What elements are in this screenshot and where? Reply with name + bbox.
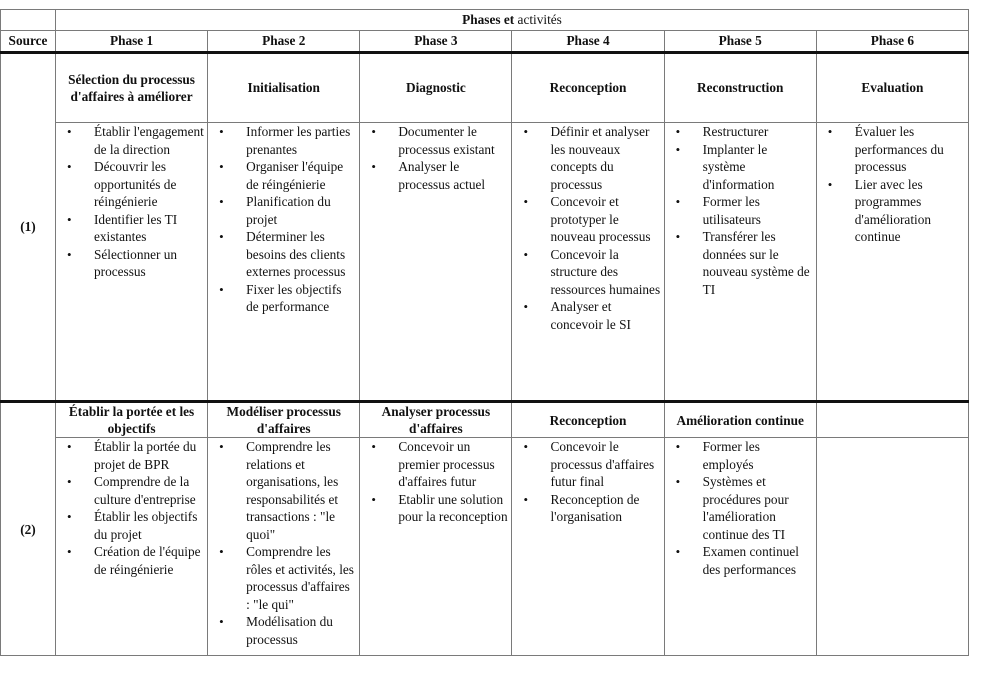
activity-item: Restructurer xyxy=(668,123,813,141)
activity-cell: Établir la portée du projet de BPRCompre… xyxy=(54,437,209,656)
phase-name-cell: Amélioration continue xyxy=(663,400,817,438)
activity-cell: Informer les parties prenantesOrganiser … xyxy=(207,122,361,402)
activity-item: Identifier les TI existantes xyxy=(59,211,204,246)
activity-item: Examen continuel des performances xyxy=(668,543,813,578)
activity-list: Comprendre les relations et organisation… xyxy=(211,438,356,648)
activity-item: Former les employés xyxy=(668,438,813,473)
phase-header: Phase 1 xyxy=(54,30,209,54)
activity-list: Établir la portée du projet de BPRCompre… xyxy=(59,438,204,578)
activity-item: Reconception de l'organisation xyxy=(515,491,660,526)
phase-name-cell xyxy=(815,400,970,438)
title-regular-part: activités xyxy=(514,12,562,28)
activity-item: Implanter le système d'information xyxy=(668,141,813,194)
phase-name-cell: Modéliser processus d'affaires xyxy=(207,400,361,438)
activity-cell: Documenter le processus existantAnalyser… xyxy=(359,122,513,402)
activity-cell: RestructurerImplanter le système d'infor… xyxy=(663,122,817,402)
activity-list: Documenter le processus existantAnalyser… xyxy=(363,123,508,193)
activity-item: Fixer les objectifs de performance xyxy=(211,281,356,316)
activity-item: Sélectionner un processus xyxy=(59,246,204,281)
activity-item: Comprendre les relations et organisation… xyxy=(211,438,356,543)
phase-name-cell: Analyser processus d'affaires xyxy=(359,400,513,438)
activity-cell: Concevoir un premier processus d'affaire… xyxy=(359,437,513,656)
phase-name-cell: Sélection du processus d'affaires à amél… xyxy=(54,52,209,123)
phase-name-cell: Établir la portée et les objectifs xyxy=(54,400,209,438)
activity-item: Établir l'engagement de la direction xyxy=(59,123,204,158)
activity-item: Concevoir un premier processus d'affaire… xyxy=(363,438,508,491)
activity-cell: Concevoir le processus d'affaires futur … xyxy=(511,437,665,656)
activity-item: Analyser le processus actuel xyxy=(363,158,508,193)
activity-item: Comprendre les rôles et activités, les p… xyxy=(211,543,356,613)
source-label: (1) xyxy=(0,52,56,402)
phase-name-cell: Reconception xyxy=(511,400,665,438)
table-title-row: Phases et activités xyxy=(0,9,969,31)
corner-cell xyxy=(0,9,56,31)
phase-name-cell: Evaluation xyxy=(815,52,970,123)
source-label: (2) xyxy=(0,400,56,656)
activity-cell: Évaluer les performances du processusLie… xyxy=(815,122,970,402)
source-1-activities-row: Établir l'engagement de la directionDéco… xyxy=(1,122,970,402)
activity-item: Établir les objectifs du projet xyxy=(59,508,204,543)
phase-header: Phase 4 xyxy=(511,30,665,54)
activity-list: Établir l'engagement de la directionDéco… xyxy=(59,123,204,281)
phase-name-cell: Initialisation xyxy=(207,52,361,123)
phase-name-cell: Reconstruction xyxy=(663,52,817,123)
activity-item: Informer les parties prenantes xyxy=(211,123,356,158)
activity-cell: Définir et analyser les nouveaux concept… xyxy=(511,122,665,402)
activity-list: Concevoir un premier processus d'affaire… xyxy=(363,438,508,526)
activity-cell: Former les employésSystèmes et procédure… xyxy=(663,437,817,656)
activity-list: Informer les parties prenantesOrganiser … xyxy=(211,123,356,316)
title-bold-part: Phases et xyxy=(462,12,515,28)
source-2-phase-names-row: (2) Établir la portée et les objectifs M… xyxy=(0,400,970,656)
phase-header-row: Source Phase 1 Phase 2 Phase 3 Phase 4 P… xyxy=(0,30,970,54)
activity-list: Concevoir le processus d'affaires futur … xyxy=(515,438,660,526)
table-title: Phases et activités xyxy=(55,9,969,31)
activity-item: Déterminer les besoins des clients exter… xyxy=(211,228,356,281)
activity-item: Systèmes et procédures pour l'améliorati… xyxy=(668,473,813,543)
activity-item: Planification du projet xyxy=(211,193,356,228)
phase-header: Phase 3 xyxy=(359,30,513,54)
activity-cell xyxy=(815,437,970,656)
activity-item: Former les utilisateurs xyxy=(668,193,813,228)
source-header: Source xyxy=(0,30,56,54)
activity-item: Etablir une solution pour la reconceptio… xyxy=(363,491,508,526)
activity-item: Découvrir les opportunités de réingénier… xyxy=(59,158,204,211)
activity-item: Création de l'équipe de réingénierie xyxy=(59,543,204,578)
phases-activities-table: Phases et activités Source Phase 1 Phase… xyxy=(0,9,970,656)
activity-list: RestructurerImplanter le système d'infor… xyxy=(668,123,813,298)
activity-list: Définir et analyser les nouveaux concept… xyxy=(515,123,660,333)
activity-item: Concevoir le processus d'affaires futur … xyxy=(515,438,660,491)
activity-item: Lier avec les programmes d'amélioration … xyxy=(820,176,965,246)
phase-name-cell: Diagnostic xyxy=(359,52,513,123)
phase-header: Phase 2 xyxy=(207,30,361,54)
phase-header: Phase 5 xyxy=(663,30,817,54)
activity-list: Évaluer les performances du processusLie… xyxy=(820,123,965,246)
activity-item: Concevoir la structure des ressources hu… xyxy=(515,246,660,299)
activity-item: Évaluer les performances du processus xyxy=(820,123,965,176)
activity-item: Analyser et concevoir le SI xyxy=(515,298,660,333)
activity-cell: Comprendre les relations et organisation… xyxy=(207,437,361,656)
activity-item: Transférer les données sur le nouveau sy… xyxy=(668,228,813,298)
source-2-activities-row: Établir la portée du projet de BPRCompre… xyxy=(1,437,970,656)
activity-item: Concevoir et prototyper le nouveau proce… xyxy=(515,193,660,246)
activity-cell: Établir l'engagement de la directionDéco… xyxy=(54,122,209,402)
activity-item: Modélisation du processus xyxy=(211,613,356,648)
activity-item: Documenter le processus existant xyxy=(363,123,508,158)
activity-list: Former les employésSystèmes et procédure… xyxy=(668,438,813,578)
source-1-phase-names-row: (1) Sélection du processus d'affaires à … xyxy=(0,52,970,402)
activity-item: Définir et analyser les nouveaux concept… xyxy=(515,123,660,193)
activity-item: Organiser l'équipe de réingénierie xyxy=(211,158,356,193)
activity-item: Établir la portée du projet de BPR xyxy=(59,438,204,473)
phase-header: Phase 6 xyxy=(815,30,970,54)
activity-item: Comprendre de la culture d'entreprise xyxy=(59,473,204,508)
phase-name-cell: Reconception xyxy=(511,52,665,123)
